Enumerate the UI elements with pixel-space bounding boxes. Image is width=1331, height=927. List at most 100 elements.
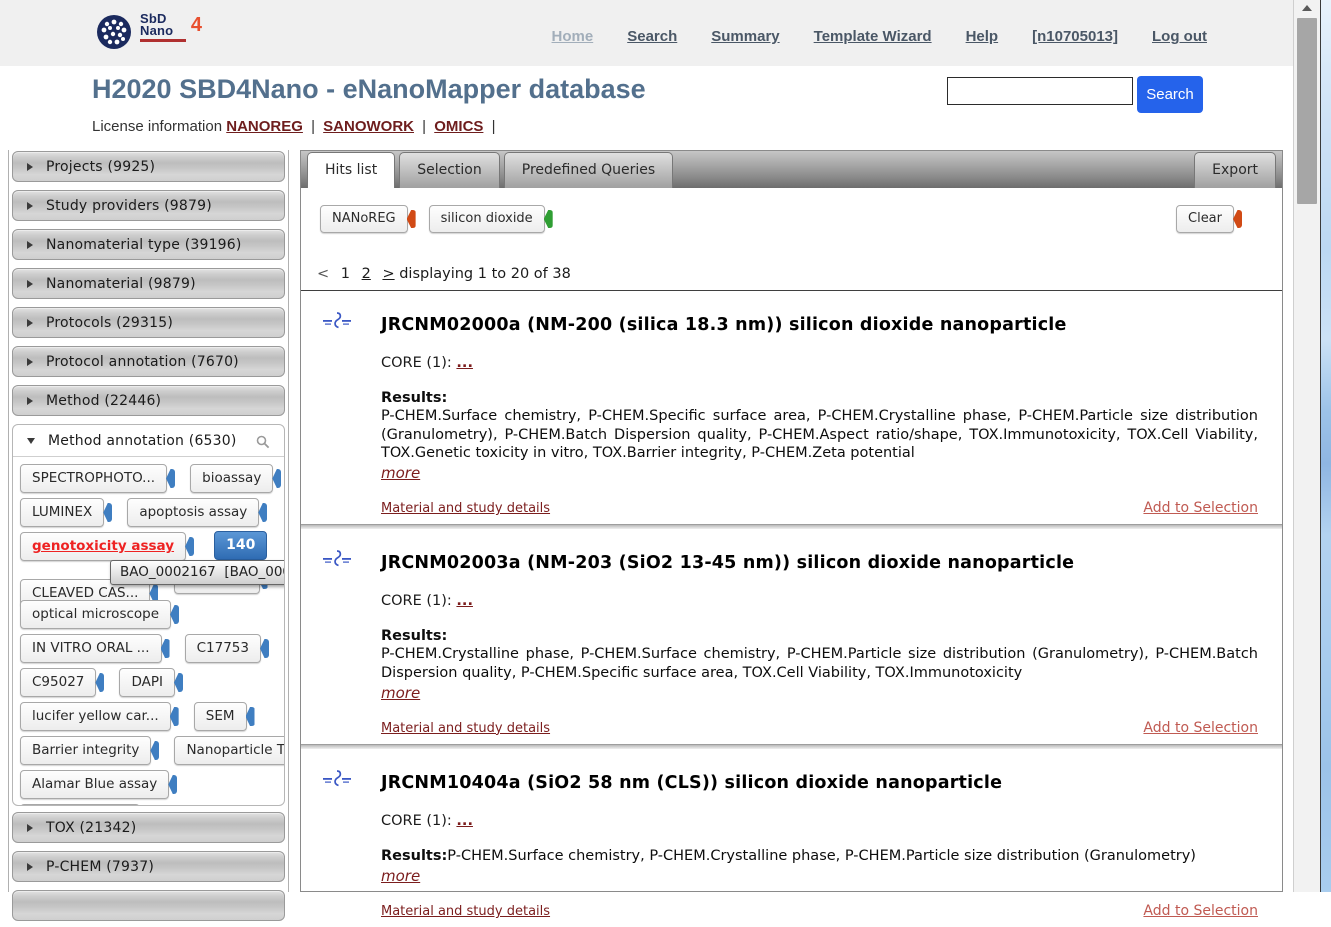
- chevron-right-icon: [27, 202, 33, 210]
- search-facet-icon[interactable]: [256, 434, 270, 453]
- license-link-omics[interactable]: OMICS: [434, 118, 483, 135]
- license-link-nanoreg[interactable]: NANOREG: [226, 118, 303, 135]
- result-title: JRCNM02000a (NM-200 (silica 18.3 nm)) si…: [381, 315, 1258, 335]
- add-to-selection-link[interactable]: Add to Selection: [1143, 720, 1258, 736]
- tag-icon: [168, 775, 177, 794]
- facet-chip-selected[interactable]: genotoxicity assay: [20, 532, 186, 561]
- tag-icon: [161, 639, 170, 658]
- search-button[interactable]: Search: [1137, 76, 1203, 113]
- nav-template-wizard[interactable]: Template Wizard: [814, 28, 932, 45]
- chevron-right-icon: [27, 280, 33, 288]
- facet-chip[interactable]: C95027: [20, 668, 96, 697]
- facet-chip[interactable]: DAPI: [119, 668, 175, 697]
- logo-wordmark: SbD Nano 4: [140, 13, 200, 42]
- sidebar-section-method-annotation: Method annotation (6530) SPECTROPHOTO...: [12, 424, 285, 806]
- nav-user-id[interactable]: [n10705013]: [1032, 28, 1118, 45]
- material-details-link[interactable]: Material and study details: [381, 501, 550, 516]
- core-expand-link[interactable]: ...: [456, 355, 473, 371]
- facet-chip[interactable]: Barrier integrity: [20, 736, 151, 765]
- nav-summary[interactable]: Summary: [711, 28, 779, 45]
- add-to-selection-link[interactable]: Add to Selection: [1143, 500, 1258, 516]
- facet-chip[interactable]: Alamar Blue assay: [20, 770, 169, 799]
- facet-sidebar: Projects (9925) Study providers (9879) N…: [8, 150, 289, 892]
- add-to-selection-link[interactable]: Add to Selection: [1143, 903, 1258, 919]
- sidebar-item-method[interactable]: Method (22446): [12, 385, 285, 416]
- material-details-link[interactable]: Material and study details: [381, 721, 550, 736]
- scrollbar-up-arrow-icon[interactable]: [1294, 0, 1320, 16]
- facet-chip[interactable]: bioassay: [190, 464, 273, 493]
- tag-icon: [95, 673, 104, 692]
- facet-chip-clipped[interactable]: [20, 804, 140, 806]
- sidebar-item-p-chem[interactable]: P-CHEM (7937): [12, 851, 285, 882]
- sidebar-item-study-providers[interactable]: Study providers (9879): [12, 190, 285, 221]
- more-link[interactable]: more: [381, 684, 420, 702]
- tag-icon: [246, 707, 255, 726]
- sbd4nano-logo[interactable]: SbD Nano 4: [95, 13, 200, 55]
- tab-selection[interactable]: Selection: [399, 152, 500, 188]
- pagination-status: displaying 1 to 20 of 38: [399, 266, 571, 282]
- sidebar-item-partial[interactable]: [12, 890, 285, 921]
- nav-search[interactable]: Search: [627, 28, 677, 45]
- facet-chip[interactable]: C17753: [185, 634, 261, 663]
- sidebar-item-method-annotation[interactable]: Method annotation (6530): [13, 425, 284, 457]
- results-text: P-CHEM.Crystalline phase, P-CHEM.Surface…: [381, 646, 1258, 680]
- result-title: JRCNM10404a (SiO2 58 nm (CLS)) silicon d…: [381, 773, 1258, 793]
- facet-chip[interactable]: SEM: [194, 702, 247, 731]
- sidebar-item-projects[interactable]: Projects (9925): [12, 151, 285, 182]
- provider-logo-icon: [321, 549, 355, 736]
- chevron-right-icon: [27, 358, 33, 366]
- export-button[interactable]: Export: [1194, 152, 1276, 188]
- provider-logo-icon: [321, 769, 355, 919]
- facet-chip[interactable]: IN VITRO ORAL ...: [20, 634, 162, 663]
- results-label: Results:: [381, 627, 1258, 645]
- nav-help[interactable]: Help: [966, 28, 999, 45]
- facet-chip[interactable]: SPECTROPHOTO...: [20, 464, 167, 493]
- sbd4nano-logo-icon: [95, 13, 133, 55]
- tag-icon: [174, 673, 183, 692]
- sidebar-item-nanomaterial-type[interactable]: Nanomaterial type (39196): [12, 229, 285, 260]
- tag-icon: [103, 503, 112, 522]
- sidebar-item-protocols[interactable]: Protocols (29315): [12, 307, 285, 338]
- material-details-link[interactable]: Material and study details: [381, 904, 550, 919]
- tag-icon: [544, 210, 553, 228]
- tag-icon: [150, 741, 159, 760]
- window-edge: [1320, 0, 1331, 892]
- page-title: H2020 SBD4Nano - eNanoMapper database: [92, 74, 646, 105]
- sidebar-item-protocol-annotation[interactable]: Protocol annotation (7670): [12, 346, 285, 377]
- clear-filters-button[interactable]: Clear: [1176, 205, 1234, 233]
- tag-icon: [170, 605, 179, 624]
- nav-home[interactable]: Home: [552, 28, 594, 45]
- search-input[interactable]: [947, 77, 1133, 105]
- page-next[interactable]: >: [382, 266, 394, 282]
- page-2-link[interactable]: 2: [362, 266, 371, 282]
- more-link[interactable]: more: [381, 867, 420, 885]
- scrollbar-thumb[interactable]: [1297, 18, 1317, 204]
- page-prev[interactable]: <: [317, 266, 329, 282]
- facet-chip[interactable]: lucifer yellow car...: [20, 702, 171, 731]
- vertical-scrollbar[interactable]: [1293, 0, 1320, 892]
- results-panel: Hits list Selection Predefined Queries E…: [300, 150, 1283, 892]
- facet-chip[interactable]: LUMINEX: [20, 498, 104, 527]
- tag-icon: [272, 469, 281, 488]
- core-expand-link[interactable]: ...: [456, 813, 473, 829]
- core-expand-link[interactable]: ...: [456, 593, 473, 609]
- tab-predefined-queries[interactable]: Predefined Queries: [504, 152, 673, 188]
- active-filters-row: NANoREG silicon dioxide Clear: [301, 188, 1282, 236]
- facet-chip[interactable]: apoptosis assay: [127, 498, 259, 527]
- top-nav: Home Search Summary Template Wizard Help…: [552, 28, 1207, 45]
- bao-tooltip: BAO_0002167 [BAO_0002167]: [110, 560, 284, 585]
- tab-hits-list[interactable]: Hits list: [307, 152, 395, 188]
- sidebar-item-nanomaterial[interactable]: Nanomaterial (9879): [12, 268, 285, 299]
- nav-logout[interactable]: Log out: [1152, 28, 1207, 45]
- facet-chip[interactable]: optical microscope: [20, 600, 171, 629]
- results-label: Results:: [381, 848, 447, 864]
- active-filter-nanoreg[interactable]: NANoREG: [320, 205, 408, 233]
- tag-icon: [260, 639, 269, 658]
- tag-icon: [258, 503, 267, 522]
- chevron-right-icon: [27, 397, 33, 405]
- sidebar-item-tox[interactable]: TOX (21342): [12, 812, 285, 843]
- facet-chip[interactable]: Nanoparticle Tra...: [174, 736, 284, 765]
- license-link-sanowork[interactable]: SANOWORK: [323, 118, 414, 135]
- more-link[interactable]: more: [381, 464, 420, 482]
- active-filter-silicon-dioxide[interactable]: silicon dioxide: [429, 205, 545, 233]
